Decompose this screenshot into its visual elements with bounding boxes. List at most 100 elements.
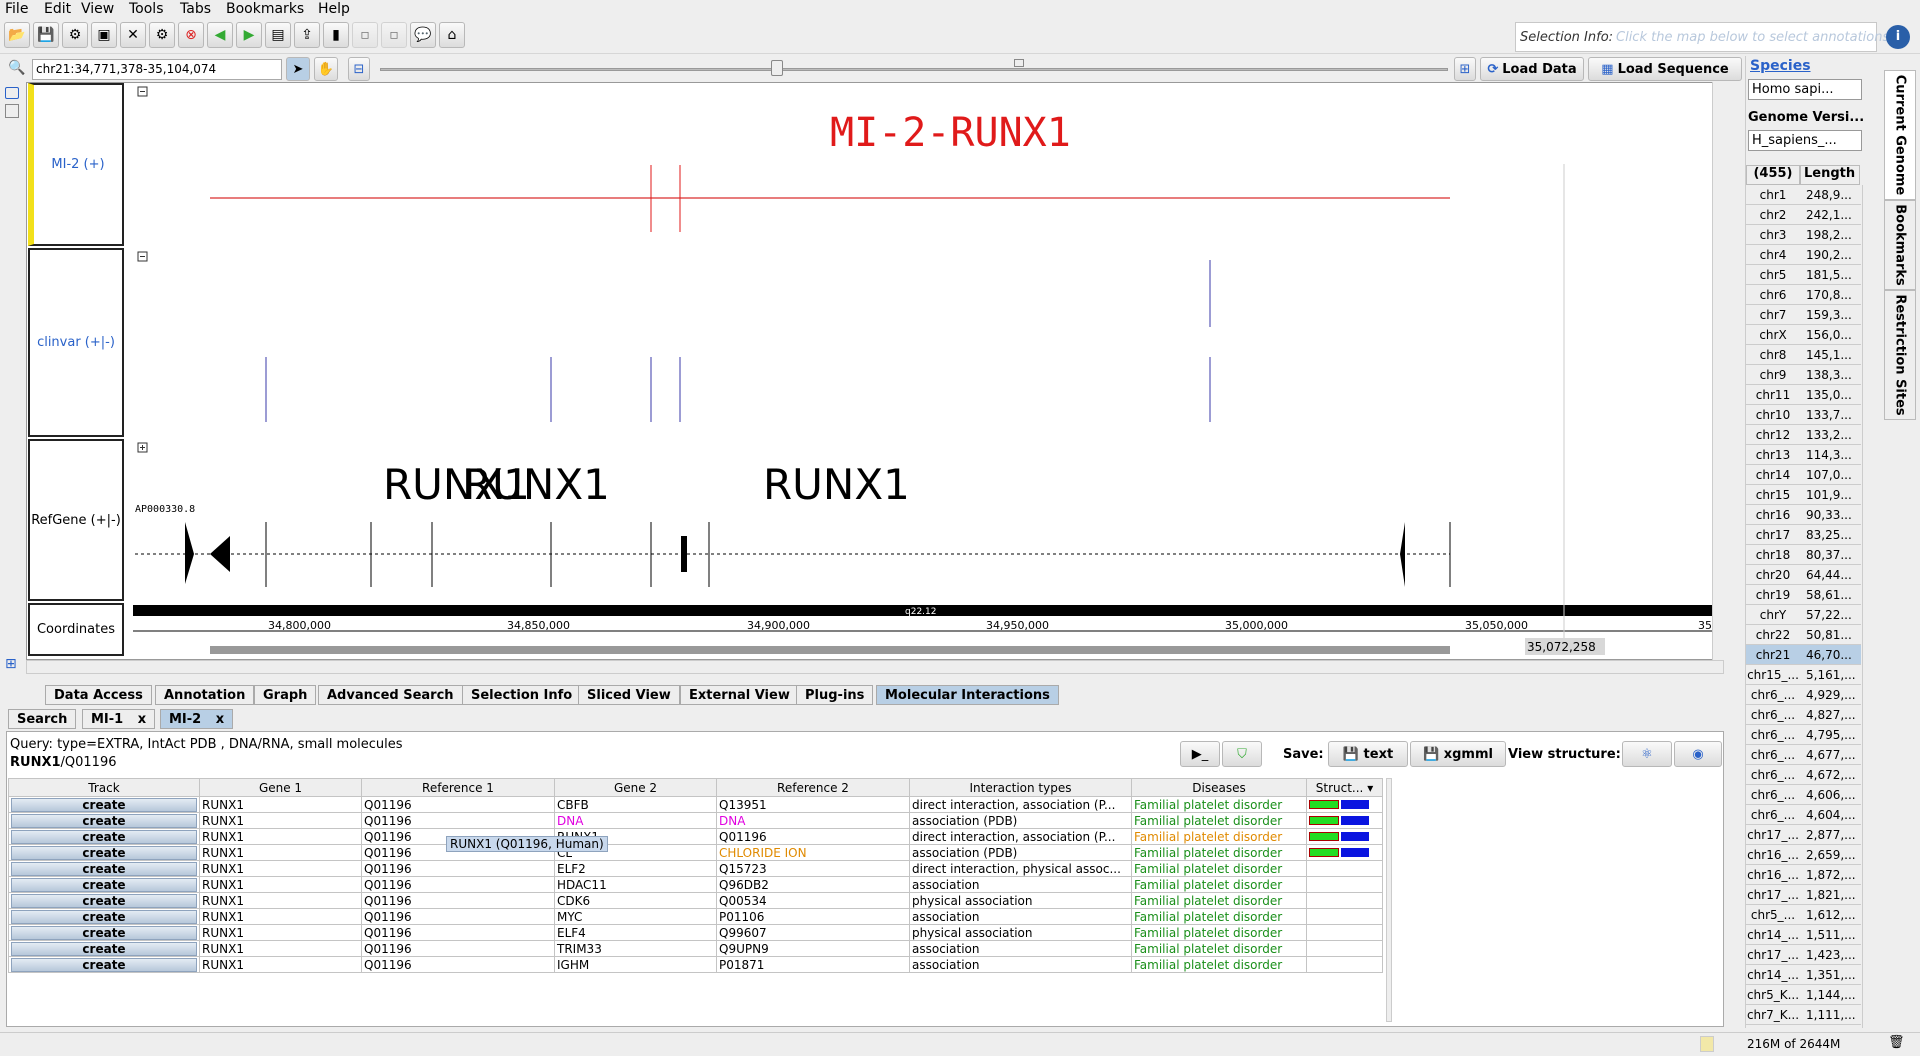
create-button[interactable]: create: [11, 829, 197, 844]
chromosome-row[interactable]: chr6_... 4,604,...: [1746, 805, 1861, 825]
menu-help[interactable]: Help: [318, 1, 350, 17]
track-label-clinvar[interactable]: clinvar (+|-): [28, 248, 124, 437]
create-button[interactable]: create: [11, 925, 197, 940]
structure-view-icon[interactable]: ⚛: [1622, 741, 1672, 767]
table-row[interactable]: create RUNX1 Q01196 ELF4 Q99607 physical asso…: [8, 924, 1383, 941]
chromosome-row[interactable]: chr4 190,2...: [1746, 245, 1861, 265]
create-button[interactable]: create: [11, 797, 197, 812]
menu-file[interactable]: File: [5, 1, 28, 17]
genome-version-select[interactable]: H_sapiens_...: [1748, 130, 1862, 151]
chromosome-row[interactable]: chr13 114,3...: [1746, 445, 1861, 465]
create-button[interactable]: create: [11, 909, 197, 924]
structure-cell[interactable]: [1306, 860, 1383, 877]
create-button[interactable]: create: [11, 813, 197, 828]
chromosome-row[interactable]: chr22 50,81...: [1746, 625, 1861, 645]
table-row[interactable]: create RUNX1 Q01196 DNA DNA association (PDB)…: [8, 812, 1383, 829]
chromosome-row[interactable]: chr12 133,2...: [1746, 425, 1861, 445]
chromosome-row[interactable]: chr6_... 4,827,...: [1746, 705, 1861, 725]
chromosome-row[interactable]: chr5_K... 1,144,...: [1746, 985, 1861, 1005]
structure-cell[interactable]: [1306, 876, 1383, 893]
table-row[interactable]: create RUNX1 Q01196 CL CHLORIDE ION associati…: [8, 844, 1383, 861]
structure-cell[interactable]: [1306, 908, 1383, 925]
globe-icon[interactable]: ◉: [1674, 741, 1722, 767]
tab-advanced-search[interactable]: Advanced Search: [318, 685, 463, 705]
create-cell[interactable]: create: [8, 828, 200, 845]
menu-tabs[interactable]: Tabs: [180, 1, 211, 17]
close-icon[interactable]: x: [216, 712, 224, 727]
create-button[interactable]: create: [11, 957, 197, 972]
track-label-coordinates[interactable]: Coordinates: [28, 603, 124, 656]
chromosome-row[interactable]: chr9 138,3...: [1746, 365, 1861, 385]
chromosome-row[interactable]: chr6_... 4,795,...: [1746, 725, 1861, 745]
gear-icon[interactable]: ⚙: [149, 22, 175, 48]
chromosome-row[interactable]: chr20 64,44...: [1746, 565, 1861, 585]
export-icon[interactable]: ⇪: [294, 22, 320, 48]
col-gene1[interactable]: Gene 1: [199, 778, 362, 797]
create-cell[interactable]: create: [8, 940, 200, 957]
track-hscrollbar[interactable]: [26, 660, 1724, 674]
create-cell[interactable]: create: [8, 924, 200, 941]
create-cell[interactable]: create: [8, 844, 200, 861]
hand-icon[interactable]: ✋: [314, 57, 338, 81]
tab-restriction-sites[interactable]: Restriction Sites: [1884, 290, 1916, 420]
chromosome-row[interactable]: chr5_... 1,612,...: [1746, 905, 1861, 925]
col-gene2[interactable]: Gene 2: [554, 778, 717, 797]
chromosome-row[interactable]: chr17_... 2,877,...: [1746, 825, 1861, 845]
track-label-refgene[interactable]: RefGene (+|-): [28, 439, 124, 601]
chromosome-row[interactable]: chr17_... 1,423,...: [1746, 945, 1861, 965]
create-cell[interactable]: create: [8, 812, 200, 829]
save-icon[interactable]: 💾: [33, 22, 59, 48]
back-arrow-icon[interactable]: ◀: [207, 22, 233, 48]
create-button[interactable]: create: [11, 893, 197, 908]
species-select[interactable]: Homo sapi...: [1748, 79, 1862, 100]
col-ref1[interactable]: Reference 1: [361, 778, 555, 797]
chr-col-header-name[interactable]: (455) ...: [1746, 165, 1800, 196]
genome-view[interactable]: MI-2-RUNX1 AP000330.8 RUNX1 RUNX1 RUNX1 …: [130, 82, 1724, 660]
open-folder-icon[interactable]: 📂: [4, 22, 30, 48]
chromosome-row[interactable]: chrY 57,22...: [1746, 605, 1861, 625]
table-row[interactable]: create RUNX1 Q01196 MYC P01106 association Fam…: [8, 908, 1383, 925]
chromosome-row[interactable]: chr17 83,25...: [1746, 525, 1861, 545]
zoom-slider-thumb[interactable]: [771, 60, 783, 76]
tab-bookmarks[interactable]: Bookmarks: [1884, 200, 1916, 290]
subtab-search[interactable]: Search: [8, 709, 77, 729]
location-input[interactable]: chr21:34,771,378-35,104,074: [32, 59, 282, 80]
disabled-icon[interactable]: ▫: [352, 22, 378, 48]
selection-info-field[interactable]: Selection Info: Click the map below to s…: [1515, 22, 1889, 52]
structure-cell[interactable]: [1306, 940, 1383, 957]
save-xgmml-button[interactable]: 💾 xgmml: [1410, 741, 1506, 767]
table-row[interactable]: create RUNX1 Q01196 IGHM P01871 association Fa…: [8, 956, 1383, 973]
track-vscrollbar[interactable]: [1712, 82, 1724, 660]
forward-arrow-icon[interactable]: ▶: [236, 22, 262, 48]
chromosome-row[interactable]: chr5 181,5...: [1746, 265, 1861, 285]
tab-data-access[interactable]: Data Access: [45, 685, 152, 705]
table-row[interactable]: createRUNX1Q01196RUNX1Q01196direct inter…: [8, 828, 1383, 845]
chromosome-row[interactable]: chr1 248,9...: [1746, 185, 1861, 205]
camera-icon[interactable]: ▣: [91, 22, 117, 48]
chr-list-scrollbar[interactable]: [1862, 185, 1872, 1028]
filter-icon[interactable]: ⛉: [1222, 741, 1262, 767]
structure-cell[interactable]: [1306, 956, 1383, 973]
home-icon[interactable]: ⌂: [439, 22, 465, 48]
structure-cell[interactable]: [1306, 844, 1383, 861]
terminal-icon[interactable]: ▶_: [1180, 741, 1220, 767]
load-icon[interactable]: ⚙: [62, 22, 88, 48]
tab-current-genome[interactable]: Current Genome: [1884, 70, 1916, 200]
chromosome-row[interactable]: chr6_... 4,606,...: [1746, 785, 1861, 805]
chromosome-row[interactable]: chr14_... 1,351,...: [1746, 965, 1861, 985]
create-cell[interactable]: create: [8, 796, 200, 813]
tab-annotation[interactable]: Annotation: [155, 685, 255, 705]
chromosome-row[interactable]: chr16_... 2,659,...: [1746, 845, 1861, 865]
tab-external-view[interactable]: External View: [680, 685, 799, 705]
expand-track-icon[interactable]: [5, 104, 19, 118]
vzoom-slider-thumb[interactable]: [1014, 59, 1024, 67]
create-cell[interactable]: create: [8, 876, 200, 893]
chromosome-row[interactable]: chr16_... 1,872,...: [1746, 865, 1861, 885]
table-row[interactable]: create RUNX1 Q01196 TRIM33 Q9UPN9 association…: [8, 940, 1383, 957]
tab-plug-ins[interactable]: Plug-ins: [796, 685, 874, 705]
chromosome-row[interactable]: chrX 156,0...: [1746, 325, 1861, 345]
tab-molecular-interactions[interactable]: Molecular Interactions: [876, 685, 1059, 705]
chromosome-row[interactable]: chr17_... 1,821,...: [1746, 885, 1861, 905]
table-row[interactable]: create RUNX1 Q01196 CDK6 Q00534 physical asso…: [8, 892, 1383, 909]
subtab-mi1[interactable]: MI-1 x: [82, 709, 156, 729]
